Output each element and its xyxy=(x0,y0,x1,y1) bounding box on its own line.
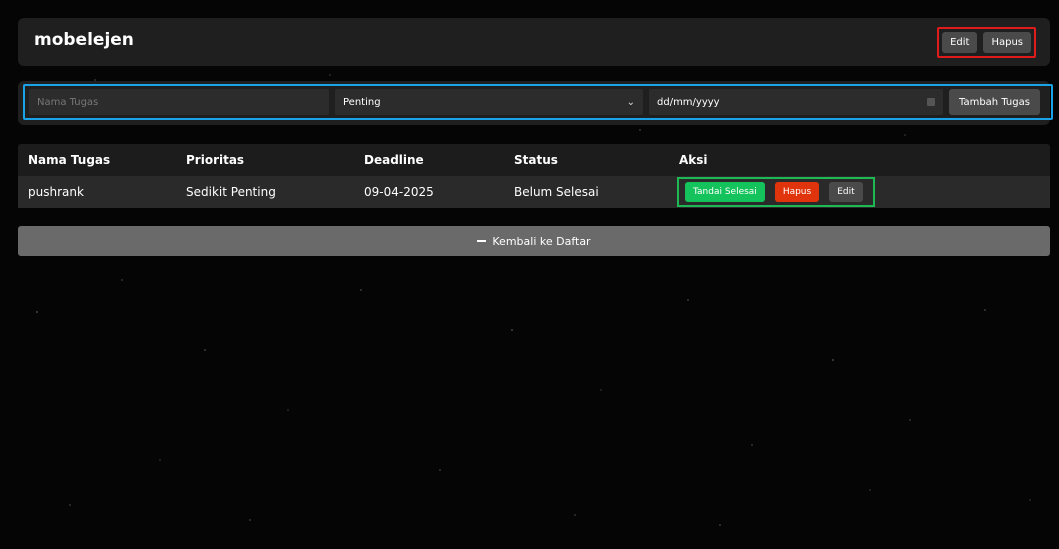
back-to-list-button[interactable]: Kembali ke Daftar xyxy=(18,226,1050,256)
task-form-fields: Nama Tugas Penting ⌄ dd/mm/yyyy Tambah T… xyxy=(23,84,1053,120)
row-delete-button[interactable]: Hapus xyxy=(774,182,820,202)
column-header-actions: Aksi xyxy=(679,153,708,167)
task-status-cell: Belum Selesai xyxy=(514,185,599,199)
task-table: Nama Tugas Prioritas Deadline Status Aks… xyxy=(18,144,1050,208)
column-header-status: Status xyxy=(514,153,558,167)
app-background: mobelejen Edit Hapus Nama Tugas Penting … xyxy=(0,0,1059,549)
column-header-deadline: Deadline xyxy=(364,153,424,167)
edit-button[interactable]: Edit xyxy=(942,32,978,53)
column-header-priority: Prioritas xyxy=(186,153,245,167)
header-actions: Edit Hapus xyxy=(937,27,1036,58)
table-header: Nama Tugas Prioritas Deadline Status Aks… xyxy=(18,144,1050,176)
mark-done-button[interactable]: Tandai Selesai xyxy=(685,182,765,202)
row-actions: Tandai Selesai Hapus Edit xyxy=(677,177,875,207)
page-title: mobelejen xyxy=(34,30,134,50)
chevron-down-icon: ⌄ xyxy=(626,96,635,108)
priority-selected-value: Penting xyxy=(343,96,381,108)
deadline-input[interactable]: dd/mm/yyyy xyxy=(649,89,943,115)
task-actions-cell: Tandai Selesai Hapus Edit xyxy=(669,177,1050,207)
calendar-icon[interactable] xyxy=(927,98,935,106)
minus-icon xyxy=(477,240,487,242)
task-name-input[interactable]: Nama Tugas xyxy=(29,89,329,115)
deadline-placeholder: dd/mm/yyyy xyxy=(657,96,720,108)
delete-button[interactable]: Hapus xyxy=(983,32,1031,53)
back-to-list-label: Kembali ke Daftar xyxy=(492,234,591,248)
row-edit-button[interactable]: Edit xyxy=(829,182,863,202)
column-header-name: Nama Tugas xyxy=(28,153,111,167)
task-form: Nama Tugas Penting ⌄ dd/mm/yyyy Tambah T… xyxy=(18,81,1053,125)
task-priority-cell: Sedikit Penting xyxy=(186,185,276,199)
task-deadline-cell: 09-04-2025 xyxy=(364,185,434,199)
task-name-cell: pushrank xyxy=(28,185,84,199)
task-name-placeholder: Nama Tugas xyxy=(37,96,99,108)
header-bar: mobelejen Edit Hapus xyxy=(18,18,1050,66)
table-row: pushrank Sedikit Penting 09-04-2025 Belu… xyxy=(18,176,1050,208)
priority-select[interactable]: Penting ⌄ xyxy=(335,89,643,115)
add-task-button[interactable]: Tambah Tugas xyxy=(949,89,1040,115)
